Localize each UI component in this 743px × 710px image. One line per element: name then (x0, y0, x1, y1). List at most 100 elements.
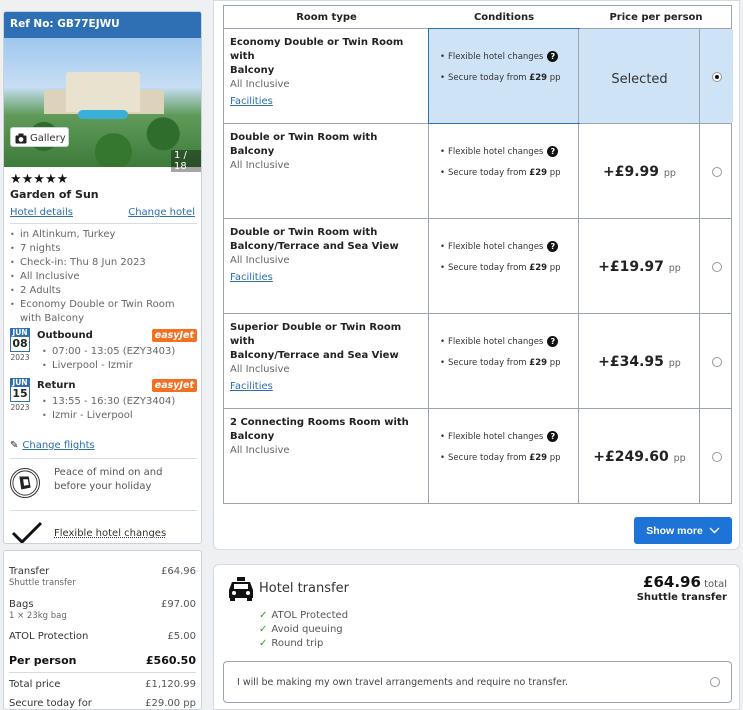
change-flights-label[interactable]: Change flights (22, 440, 94, 451)
select-cell[interactable] (700, 124, 733, 218)
divider (10, 223, 197, 224)
room-radio[interactable] (712, 167, 722, 177)
no-transfer-label: I will be making my own travel arrangeme… (237, 677, 569, 688)
help-icon[interactable]: ? (547, 431, 559, 442)
room-row[interactable]: 2 Connecting Rooms Room with Balcony All I… (223, 409, 732, 504)
room-name: Double or Twin Room with Balcony (230, 132, 378, 157)
condition-secure: Secure today from £29 pp (440, 168, 561, 178)
flight-month: JUN (10, 328, 30, 337)
price-value: £64.96 (161, 566, 196, 577)
trip-checkin: Check-in: Thu 8 Jun 2023 (10, 256, 197, 270)
condition-label: Flexible hotel changes (448, 147, 544, 157)
trip-location: in Altinkum, Turkey (10, 228, 197, 242)
transfer-total-word: total (704, 579, 727, 590)
transfer-amount: £64.96 (643, 573, 701, 591)
change-hotel-link[interactable]: Change hotel (128, 207, 195, 218)
condition-secure: Secure today from £29 pp (440, 73, 561, 83)
hotel-transfer-card: Hotel transfer ✓ ATOL Protected ✓ Avoid qu… (213, 564, 740, 710)
no-transfer-option[interactable]: I will be making my own travel arrangeme… (223, 661, 732, 703)
help-icon[interactable]: ? (547, 51, 559, 62)
transfer-price: £64.96 total Shuttle transfer (637, 573, 727, 603)
room-name-cont: Balcony (230, 431, 275, 442)
help-icon[interactable]: ? (547, 336, 559, 347)
condition-label: Flexible hotel changes (448, 337, 544, 347)
room-price-amount: +£249.60 (593, 449, 669, 465)
no-transfer-radio[interactable] (710, 677, 720, 687)
room-price: +£34.95 pp (579, 354, 700, 370)
calendar-icon: JUN 08 2023 (10, 328, 30, 362)
room-row[interactable]: Double or Twin Room with Balcony All Incl… (223, 124, 732, 219)
price-breakdown-card: Transfer £64.96 Shuttle transfer Bags £9… (3, 550, 202, 710)
gallery-button[interactable]: Gallery (10, 127, 69, 147)
room-price-pp: pp (668, 358, 681, 369)
peace-line-2: before your holiday (54, 481, 152, 492)
room-name: 2 Connecting Rooms Room with (230, 417, 409, 428)
gallery-label: Gallery (30, 133, 66, 144)
select-cell[interactable] (700, 409, 733, 503)
room-row[interactable]: Superior Double or Twin Room with Balcony… (223, 314, 732, 409)
facilities-link[interactable]: Facilities (230, 95, 273, 109)
flight-title: Return (37, 380, 76, 391)
checkmark-icon (11, 521, 43, 543)
flexible-changes-label[interactable]: Flexible hotel changes (54, 528, 166, 539)
secure-prefix: Secure today from (448, 453, 527, 463)
room-row[interactable]: Double or Twin Room with Balcony/Terrace … (223, 219, 732, 314)
room-board: All Inclusive (230, 364, 290, 375)
select-cell[interactable] (700, 29, 733, 123)
condition-flex: Flexible hotel changes? (440, 431, 559, 442)
condition-secure: Secure today from £29 pp (440, 263, 561, 273)
photo-counter: 1 / 18 (171, 150, 201, 172)
conditions-cell: Flexible hotel changes? Secure today fro… (429, 314, 579, 408)
facilities-link[interactable]: Facilities (230, 271, 273, 285)
condition-label: Flexible hotel changes (448, 432, 544, 442)
room-name-cont: Balcony/Terrace and Sea View (230, 350, 399, 361)
price-value: £97.00 (161, 599, 196, 610)
price-value: £560.50 (145, 654, 196, 667)
room-radio[interactable] (712, 72, 722, 82)
price-label: ATOL Protection (9, 631, 89, 642)
hotel-details-link[interactable]: Hotel details (10, 207, 73, 218)
help-icon[interactable]: ? (547, 241, 559, 252)
secure-amount: £29 (529, 263, 548, 273)
feature-label: Avoid queuing (271, 624, 343, 635)
pencil-icon: ✎ (10, 440, 19, 451)
facilities-link[interactable]: Facilities (230, 380, 273, 394)
table-header: Room type Conditions Price per person (223, 5, 732, 29)
room-radio[interactable] (712, 452, 722, 462)
flight-month: JUN (10, 378, 30, 387)
price-cell: +£249.60 pp (579, 409, 700, 503)
room-radio[interactable] (712, 262, 722, 272)
header-price: Price per person (609, 12, 703, 23)
condition-secure: Secure today from £29 pp (440, 358, 561, 368)
price-label: Total price (9, 679, 61, 690)
price-value: £1,120.99 (145, 679, 196, 690)
secure-amount: £29 (529, 168, 548, 178)
room-type-cell: Economy Double or Twin Room with Balcony A… (224, 29, 429, 123)
photo-building (66, 72, 140, 112)
hotel-photo[interactable] (4, 38, 201, 167)
price-sub: Shuttle transfer (9, 578, 76, 588)
secure-suffix: pp (549, 73, 561, 83)
reference-number: Ref No: GB77EJWU (4, 12, 201, 38)
room-row[interactable]: Economy Double or Twin Room with Balcony A… (223, 28, 733, 124)
transfer-feature: ✓ Round trip (259, 638, 323, 649)
hotel-name: Garden of Sun (10, 188, 99, 201)
change-flights-link[interactable]: ✎ Change flights (10, 440, 95, 451)
room-type-cell: Superior Double or Twin Room with Balcony… (224, 314, 429, 408)
select-cell[interactable] (700, 314, 733, 408)
feature-label: ATOL Protected (271, 610, 349, 621)
room-name: Double or Twin Room with (230, 227, 378, 238)
show-more-button[interactable]: Show more (634, 517, 732, 544)
room-price-pp: pp (668, 263, 681, 274)
secure-prefix: Secure today from (448, 73, 527, 83)
divider (10, 510, 197, 511)
room-radio[interactable] (712, 357, 722, 367)
check-icon: ✓ (259, 638, 268, 649)
conditions-cell: Flexible hotel changes? Secure today fro… (429, 124, 579, 218)
condition-flex: Flexible hotel changes? (440, 336, 559, 347)
condition-flex: Flexible hotel changes? (440, 51, 559, 62)
help-icon[interactable]: ? (547, 146, 559, 157)
select-cell[interactable] (700, 219, 733, 313)
room-name: Economy Double or Twin Room with (230, 37, 404, 62)
flight-title: Outbound (37, 330, 93, 341)
